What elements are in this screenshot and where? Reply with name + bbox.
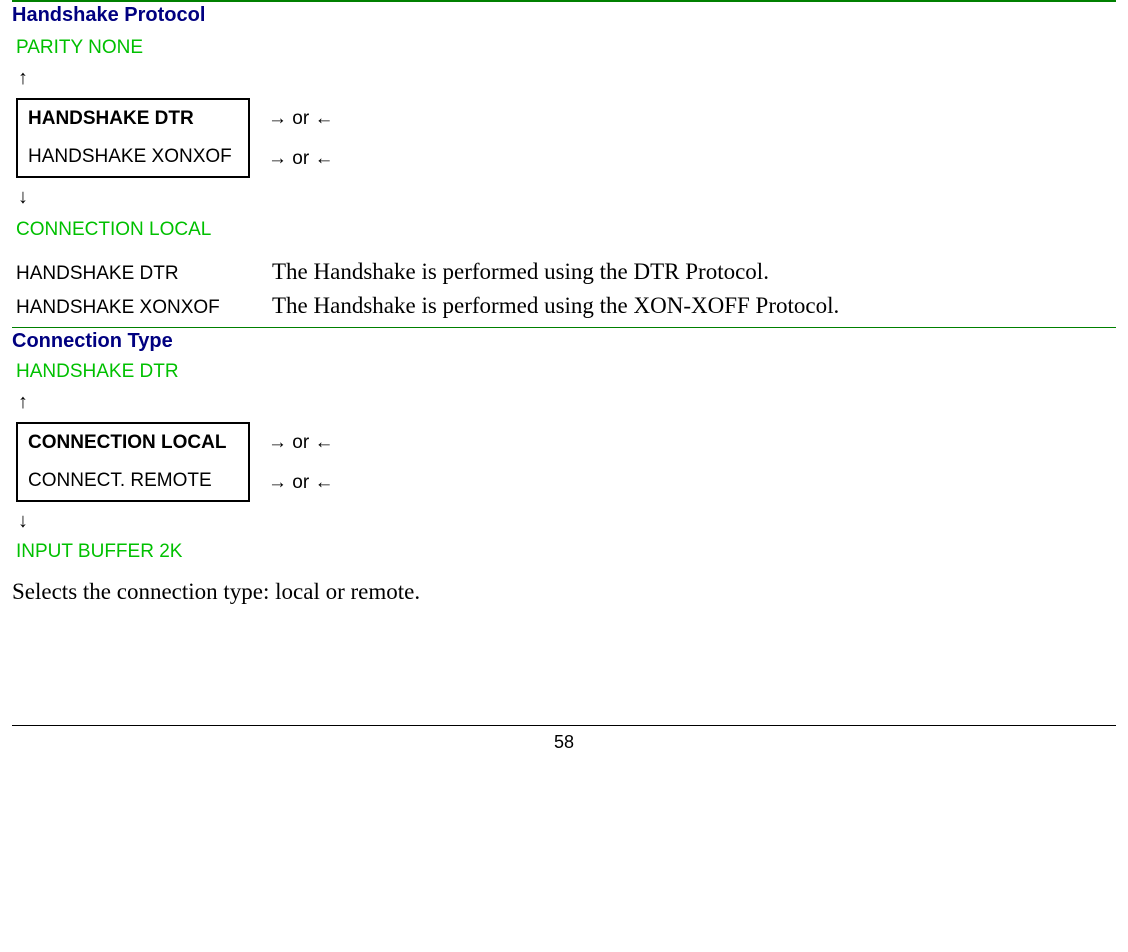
desc-text: The Handshake is performed using the DTR… (272, 259, 769, 285)
section-divider (12, 0, 1116, 2)
section-divider (12, 327, 1116, 328)
arrow-down: ↓ (18, 510, 1116, 533)
desc-label: HANDSHAKE DTR (16, 263, 272, 285)
arrow-up: ↑ (18, 67, 1116, 90)
menu-item-handshake-xonxof: HANDSHAKE XONXOF (18, 138, 248, 176)
desc-text: The Handshake is performed using the XON… (272, 293, 839, 319)
prev-menu-label: HANDSHAKE DTR (16, 361, 1116, 383)
body-text: Selects the connection type: local or re… (12, 579, 1116, 605)
table-row: HANDSHAKE DTR The Handshake is performed… (16, 259, 1116, 285)
menu-arrows: → or ← → or ← (250, 98, 333, 178)
page-number: 58 (12, 732, 1116, 753)
prev-menu-label: PARITY NONE (16, 37, 1116, 59)
section-title-connection: Connection Type (12, 330, 1116, 353)
arrow-lr: → or ← (268, 473, 333, 492)
description-table: HANDSHAKE DTR The Handshake is performed… (16, 259, 1116, 319)
arrow-lr: → or ← (268, 433, 333, 452)
arrow-lr: → or ← (268, 149, 333, 168)
menu-box: HANDSHAKE DTR HANDSHAKE XONXOF (16, 98, 250, 178)
next-menu-label: INPUT BUFFER 2K (16, 541, 1116, 563)
menu-block-connection: CONNECTION LOCAL CONNECT. REMOTE → or ← … (16, 422, 1116, 502)
menu-item-handshake-dtr: HANDSHAKE DTR (18, 100, 248, 138)
menu-block-handshake: HANDSHAKE DTR HANDSHAKE XONXOF → or ← → … (16, 98, 1116, 178)
desc-label: HANDSHAKE XONXOF (16, 297, 272, 319)
arrow-up: ↑ (18, 391, 1116, 414)
menu-box: CONNECTION LOCAL CONNECT. REMOTE (16, 422, 250, 502)
section-title-handshake: Handshake Protocol (12, 4, 1116, 27)
menu-item-connect-remote: CONNECT. REMOTE (18, 462, 248, 500)
menu-item-connection-local: CONNECTION LOCAL (18, 424, 248, 462)
next-menu-label: CONNECTION LOCAL (16, 219, 1116, 241)
table-row: HANDSHAKE XONXOF The Handshake is perfor… (16, 293, 1116, 319)
menu-arrows: → or ← → or ← (250, 422, 333, 502)
arrow-lr: → or ← (268, 109, 333, 128)
footer-rule (12, 725, 1116, 726)
arrow-down: ↓ (18, 186, 1116, 209)
page-footer: 58 (12, 725, 1116, 753)
